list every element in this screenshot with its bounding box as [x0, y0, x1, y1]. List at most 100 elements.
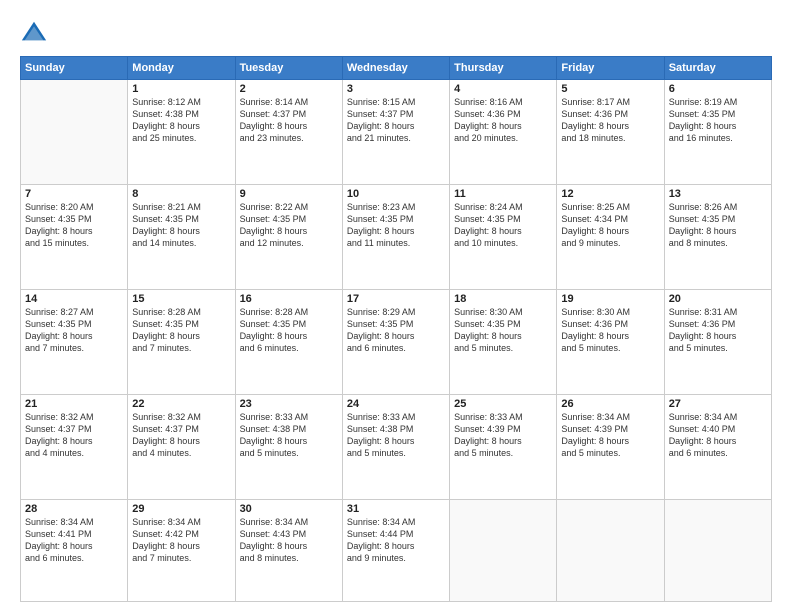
calendar-cell: 24Sunrise: 8:33 AM Sunset: 4:38 PM Dayli… — [342, 394, 449, 499]
calendar-day-header: Friday — [557, 57, 664, 80]
day-info: Sunrise: 8:23 AM Sunset: 4:35 PM Dayligh… — [347, 201, 445, 250]
day-number: 23 — [240, 398, 338, 410]
day-number: 16 — [240, 293, 338, 305]
calendar-week-row: 28Sunrise: 8:34 AM Sunset: 4:41 PM Dayli… — [21, 499, 772, 601]
calendar-cell: 6Sunrise: 8:19 AM Sunset: 4:35 PM Daylig… — [664, 80, 771, 185]
page: SundayMondayTuesdayWednesdayThursdayFrid… — [0, 0, 792, 612]
day-info: Sunrise: 8:33 AM Sunset: 4:39 PM Dayligh… — [454, 411, 552, 460]
day-info: Sunrise: 8:25 AM Sunset: 4:34 PM Dayligh… — [561, 201, 659, 250]
calendar-week-row: 7Sunrise: 8:20 AM Sunset: 4:35 PM Daylig… — [21, 184, 772, 289]
day-info: Sunrise: 8:16 AM Sunset: 4:36 PM Dayligh… — [454, 96, 552, 145]
day-number: 18 — [454, 293, 552, 305]
calendar-cell: 22Sunrise: 8:32 AM Sunset: 4:37 PM Dayli… — [128, 394, 235, 499]
calendar-cell: 15Sunrise: 8:28 AM Sunset: 4:35 PM Dayli… — [128, 289, 235, 394]
calendar-cell — [450, 499, 557, 601]
calendar-cell: 23Sunrise: 8:33 AM Sunset: 4:38 PM Dayli… — [235, 394, 342, 499]
day-number: 29 — [132, 503, 230, 515]
day-number: 2 — [240, 83, 338, 95]
day-number: 3 — [347, 83, 445, 95]
day-info: Sunrise: 8:20 AM Sunset: 4:35 PM Dayligh… — [25, 201, 123, 250]
day-number: 1 — [132, 83, 230, 95]
calendar-week-row: 1Sunrise: 8:12 AM Sunset: 4:38 PM Daylig… — [21, 80, 772, 185]
calendar-cell: 3Sunrise: 8:15 AM Sunset: 4:37 PM Daylig… — [342, 80, 449, 185]
day-number: 26 — [561, 398, 659, 410]
calendar-cell: 9Sunrise: 8:22 AM Sunset: 4:35 PM Daylig… — [235, 184, 342, 289]
day-info: Sunrise: 8:33 AM Sunset: 4:38 PM Dayligh… — [240, 411, 338, 460]
day-info: Sunrise: 8:33 AM Sunset: 4:38 PM Dayligh… — [347, 411, 445, 460]
day-number: 9 — [240, 188, 338, 200]
day-number: 13 — [669, 188, 767, 200]
day-info: Sunrise: 8:34 AM Sunset: 4:39 PM Dayligh… — [561, 411, 659, 460]
logo-icon — [20, 18, 48, 46]
day-number: 8 — [132, 188, 230, 200]
day-info: Sunrise: 8:15 AM Sunset: 4:37 PM Dayligh… — [347, 96, 445, 145]
calendar-cell: 20Sunrise: 8:31 AM Sunset: 4:36 PM Dayli… — [664, 289, 771, 394]
calendar-week-row: 21Sunrise: 8:32 AM Sunset: 4:37 PM Dayli… — [21, 394, 772, 499]
day-number: 14 — [25, 293, 123, 305]
calendar-cell: 12Sunrise: 8:25 AM Sunset: 4:34 PM Dayli… — [557, 184, 664, 289]
day-info: Sunrise: 8:32 AM Sunset: 4:37 PM Dayligh… — [132, 411, 230, 460]
calendar-cell: 17Sunrise: 8:29 AM Sunset: 4:35 PM Dayli… — [342, 289, 449, 394]
calendar-cell: 16Sunrise: 8:28 AM Sunset: 4:35 PM Dayli… — [235, 289, 342, 394]
calendar-table: SundayMondayTuesdayWednesdayThursdayFrid… — [20, 56, 772, 602]
calendar-cell — [21, 80, 128, 185]
calendar-cell: 18Sunrise: 8:30 AM Sunset: 4:35 PM Dayli… — [450, 289, 557, 394]
day-info: Sunrise: 8:14 AM Sunset: 4:37 PM Dayligh… — [240, 96, 338, 145]
day-info: Sunrise: 8:28 AM Sunset: 4:35 PM Dayligh… — [132, 306, 230, 355]
calendar-day-header: Thursday — [450, 57, 557, 80]
calendar-cell: 28Sunrise: 8:34 AM Sunset: 4:41 PM Dayli… — [21, 499, 128, 601]
day-info: Sunrise: 8:19 AM Sunset: 4:35 PM Dayligh… — [669, 96, 767, 145]
day-number: 7 — [25, 188, 123, 200]
day-number: 31 — [347, 503, 445, 515]
day-number: 21 — [25, 398, 123, 410]
day-info: Sunrise: 8:12 AM Sunset: 4:38 PM Dayligh… — [132, 96, 230, 145]
calendar-cell: 31Sunrise: 8:34 AM Sunset: 4:44 PM Dayli… — [342, 499, 449, 601]
day-number: 27 — [669, 398, 767, 410]
calendar-cell: 5Sunrise: 8:17 AM Sunset: 4:36 PM Daylig… — [557, 80, 664, 185]
day-info: Sunrise: 8:34 AM Sunset: 4:44 PM Dayligh… — [347, 516, 445, 565]
day-number: 22 — [132, 398, 230, 410]
calendar-day-header: Saturday — [664, 57, 771, 80]
day-number: 25 — [454, 398, 552, 410]
day-info: Sunrise: 8:21 AM Sunset: 4:35 PM Dayligh… — [132, 201, 230, 250]
day-info: Sunrise: 8:27 AM Sunset: 4:35 PM Dayligh… — [25, 306, 123, 355]
day-info: Sunrise: 8:30 AM Sunset: 4:35 PM Dayligh… — [454, 306, 552, 355]
calendar-week-row: 14Sunrise: 8:27 AM Sunset: 4:35 PM Dayli… — [21, 289, 772, 394]
day-number: 30 — [240, 503, 338, 515]
calendar-cell: 26Sunrise: 8:34 AM Sunset: 4:39 PM Dayli… — [557, 394, 664, 499]
calendar-day-header: Tuesday — [235, 57, 342, 80]
calendar-cell: 14Sunrise: 8:27 AM Sunset: 4:35 PM Dayli… — [21, 289, 128, 394]
calendar-cell: 4Sunrise: 8:16 AM Sunset: 4:36 PM Daylig… — [450, 80, 557, 185]
day-number: 11 — [454, 188, 552, 200]
day-info: Sunrise: 8:34 AM Sunset: 4:41 PM Dayligh… — [25, 516, 123, 565]
calendar-cell: 29Sunrise: 8:34 AM Sunset: 4:42 PM Dayli… — [128, 499, 235, 601]
calendar-cell: 25Sunrise: 8:33 AM Sunset: 4:39 PM Dayli… — [450, 394, 557, 499]
calendar-cell: 1Sunrise: 8:12 AM Sunset: 4:38 PM Daylig… — [128, 80, 235, 185]
day-number: 17 — [347, 293, 445, 305]
calendar-header-row: SundayMondayTuesdayWednesdayThursdayFrid… — [21, 57, 772, 80]
day-info: Sunrise: 8:34 AM Sunset: 4:43 PM Dayligh… — [240, 516, 338, 565]
calendar-day-header: Sunday — [21, 57, 128, 80]
calendar-cell: 7Sunrise: 8:20 AM Sunset: 4:35 PM Daylig… — [21, 184, 128, 289]
day-info: Sunrise: 8:34 AM Sunset: 4:40 PM Dayligh… — [669, 411, 767, 460]
day-number: 10 — [347, 188, 445, 200]
day-number: 6 — [669, 83, 767, 95]
day-number: 20 — [669, 293, 767, 305]
day-info: Sunrise: 8:32 AM Sunset: 4:37 PM Dayligh… — [25, 411, 123, 460]
day-number: 19 — [561, 293, 659, 305]
logo — [20, 18, 52, 46]
day-number: 12 — [561, 188, 659, 200]
calendar-cell: 19Sunrise: 8:30 AM Sunset: 4:36 PM Dayli… — [557, 289, 664, 394]
calendar-cell: 11Sunrise: 8:24 AM Sunset: 4:35 PM Dayli… — [450, 184, 557, 289]
day-info: Sunrise: 8:22 AM Sunset: 4:35 PM Dayligh… — [240, 201, 338, 250]
calendar-day-header: Wednesday — [342, 57, 449, 80]
day-info: Sunrise: 8:31 AM Sunset: 4:36 PM Dayligh… — [669, 306, 767, 355]
day-number: 15 — [132, 293, 230, 305]
day-info: Sunrise: 8:28 AM Sunset: 4:35 PM Dayligh… — [240, 306, 338, 355]
header — [20, 18, 772, 46]
day-number: 28 — [25, 503, 123, 515]
calendar-cell — [664, 499, 771, 601]
calendar-cell: 21Sunrise: 8:32 AM Sunset: 4:37 PM Dayli… — [21, 394, 128, 499]
day-info: Sunrise: 8:17 AM Sunset: 4:36 PM Dayligh… — [561, 96, 659, 145]
calendar-day-header: Monday — [128, 57, 235, 80]
